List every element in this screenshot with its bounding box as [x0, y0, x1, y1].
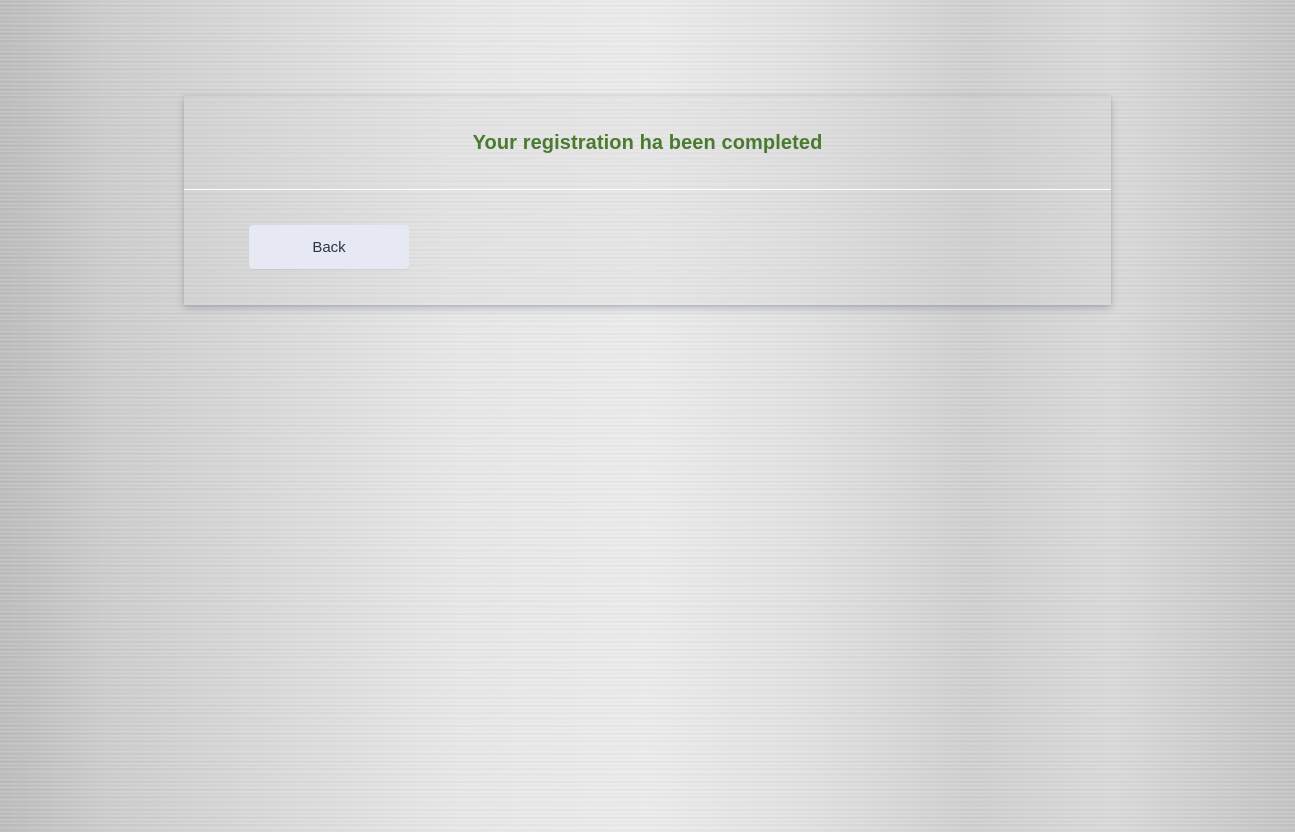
registration-confirmation-panel: Your registration ha been completed Back: [184, 96, 1111, 305]
panel-header: Your registration ha been completed: [184, 96, 1111, 190]
page-background: { "registration_panel": { "title": "Your…: [0, 0, 1295, 832]
confirmation-title: Your registration ha been completed: [472, 132, 823, 154]
back-button[interactable]: Back: [249, 225, 409, 269]
